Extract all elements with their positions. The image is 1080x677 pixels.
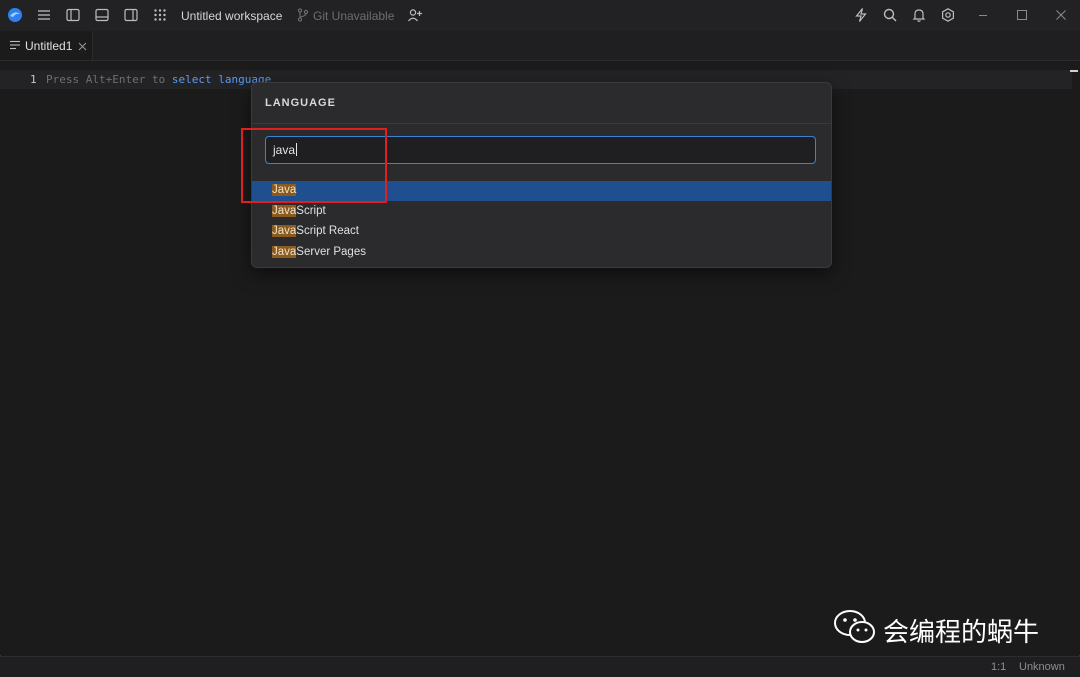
tab-label: Untitled1 — [25, 39, 73, 53]
git-branch-icon — [296, 7, 310, 23]
divider — [252, 123, 831, 124]
minimize-icon[interactable] — [975, 7, 991, 23]
placeholder-select-link[interactable]: select — [172, 73, 212, 86]
maximize-icon[interactable] — [1014, 7, 1030, 23]
option-label: JavaServer Pages — [272, 246, 366, 258]
language-picker-title: LANGUAGE — [265, 97, 336, 109]
lightning-icon[interactable] — [853, 7, 869, 23]
watermark-text: 会编程的蜗牛 — [883, 618, 1040, 648]
app-logo-icon[interactable] — [7, 7, 23, 23]
add-collaborator-icon[interactable] — [407, 7, 423, 23]
cursor-position[interactable]: 1:1 — [991, 661, 1006, 673]
line-number: 1 — [30, 73, 37, 86]
editor-placeholder[interactable]: Press Alt+Enter to select language — [46, 73, 271, 86]
language-option-javascript[interactable]: JavaScript — [252, 202, 831, 222]
title-bar: Untitled workspace Git Unavailable — [0, 0, 1080, 32]
placeholder-prefix: Press Alt+Enter to — [46, 73, 166, 86]
status-bar: 1:1 Unknown — [0, 656, 1080, 677]
language-option-javaserver-pages[interactable]: JavaServer Pages — [252, 243, 831, 263]
git-status: Git Unavailable — [313, 9, 395, 23]
menu-icon[interactable] — [36, 7, 52, 23]
toggle-right-sidebar-icon[interactable] — [123, 7, 139, 23]
language-mode[interactable]: Unknown — [1019, 661, 1065, 673]
search-icon[interactable] — [882, 7, 898, 23]
workspace-title[interactable]: Untitled workspace — [181, 9, 282, 23]
tab-untitled1[interactable]: Untitled1 — [0, 31, 93, 60]
annotation-highlight-box — [241, 128, 387, 203]
option-label: JavaScript — [272, 205, 326, 217]
apps-grid-icon[interactable] — [152, 7, 168, 23]
scrollbar-marker — [1070, 70, 1078, 72]
toggle-sidebar-icon[interactable] — [65, 7, 81, 23]
option-label: JavaScript React — [272, 225, 359, 237]
toggle-panel-icon[interactable] — [94, 7, 110, 23]
close-icon[interactable] — [1053, 7, 1069, 23]
tab-bar: Untitled1 — [0, 31, 1080, 61]
bell-icon[interactable] — [911, 7, 927, 23]
tab-close-icon[interactable] — [78, 40, 87, 54]
language-option-javascript-react[interactable]: JavaScript React — [252, 222, 831, 242]
wechat-icon — [833, 608, 877, 649]
settings-icon[interactable] — [940, 7, 956, 23]
file-lines-icon — [9, 39, 21, 54]
